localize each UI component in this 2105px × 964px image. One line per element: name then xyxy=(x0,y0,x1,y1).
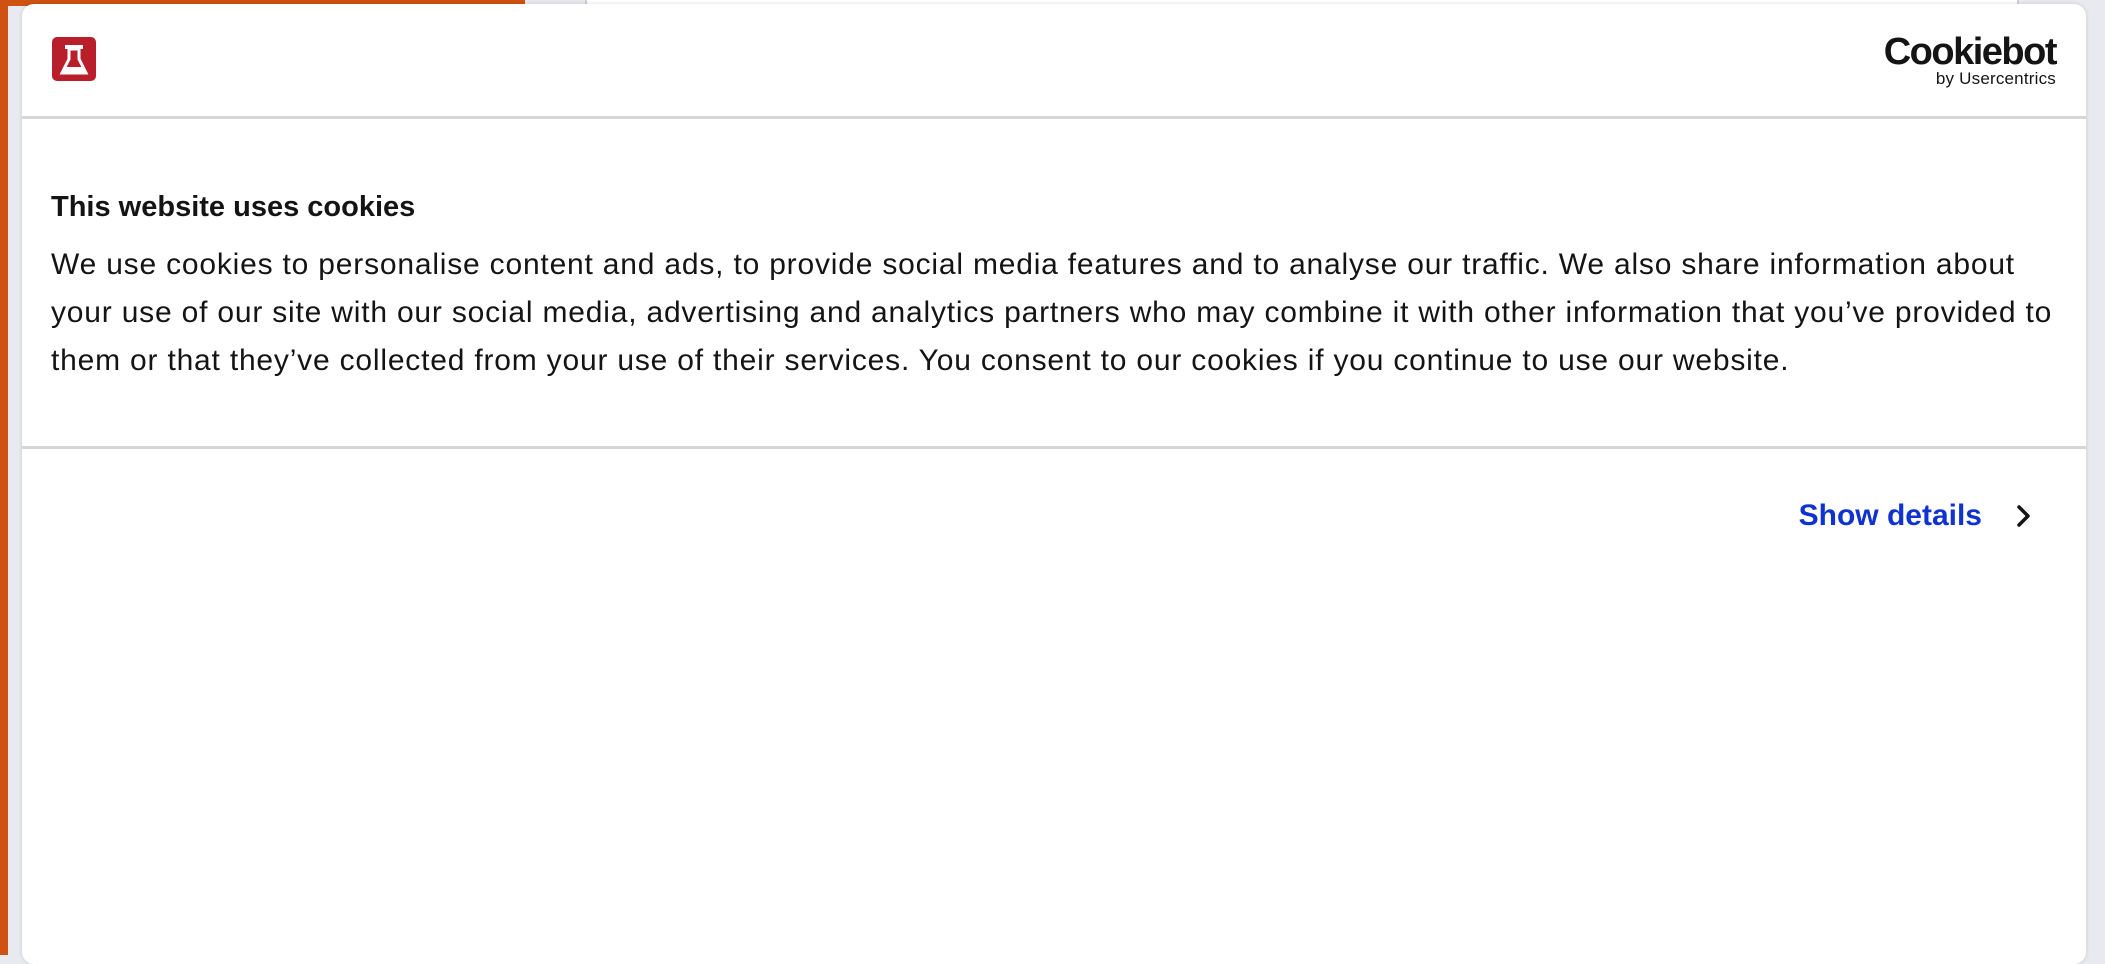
dialog-header: Cookiebot by Usercentrics xyxy=(22,4,2086,119)
dialog-body: This website uses cookies We use cookies… xyxy=(22,119,2086,449)
cookiebot-logo[interactable]: Cookiebot by Usercentrics xyxy=(1866,31,2058,92)
page-accent-bar xyxy=(0,0,8,955)
show-details-label: Show details xyxy=(1798,499,1982,532)
dialog-title: This website uses cookies xyxy=(51,191,416,223)
cookiebot-brand: Cookiebot xyxy=(1883,31,2058,73)
chevron-right-icon xyxy=(2012,502,2036,530)
show-details-button[interactable]: Show details xyxy=(1799,496,2036,536)
dialog-message: We use cookies to personalise content an… xyxy=(51,248,2053,377)
cookie-consent-dialog: Cookiebot by Usercentrics This website u… xyxy=(22,4,2086,964)
flask-icon xyxy=(52,37,96,81)
